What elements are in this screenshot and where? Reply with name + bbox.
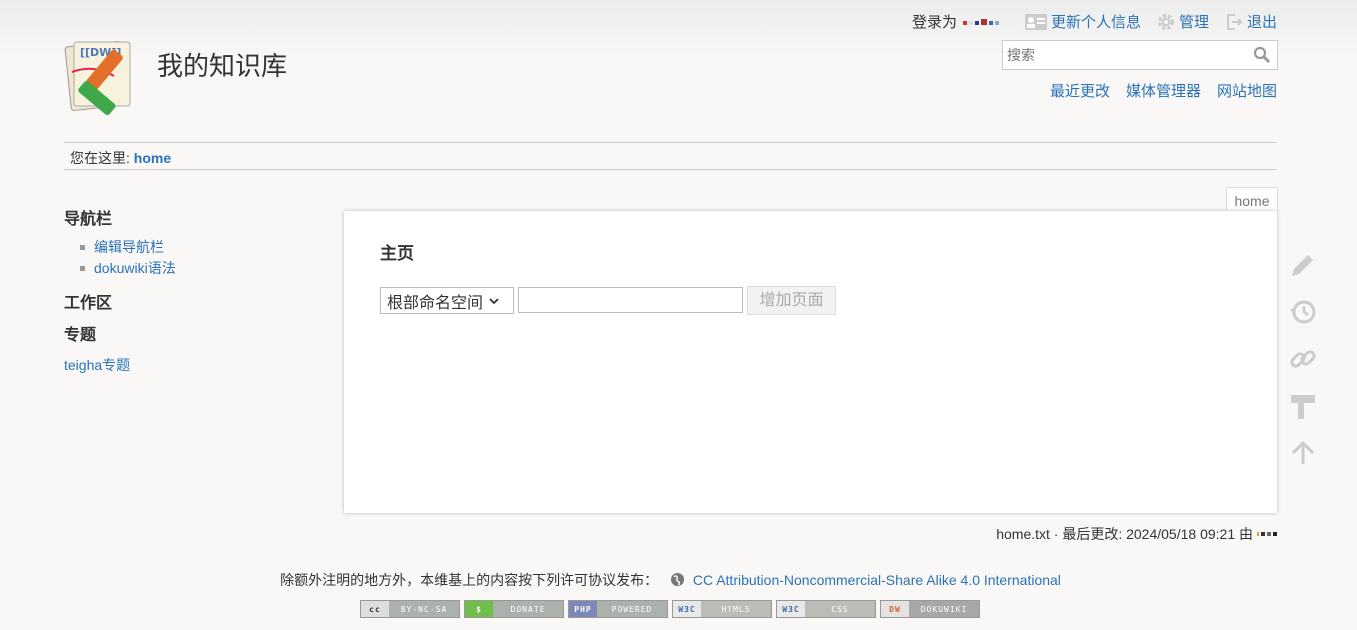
site-tools: 最近更改 媒体管理器 网站地图 [1050,80,1277,101]
badge-html5-icon: W3C [673,601,701,617]
sidebar-nav-list: 编辑导航栏 dokuwiki语法 [64,237,324,279]
sidebar-item-label: dokuwiki语法 [94,260,176,276]
badge-php-label: POWERED [611,604,653,614]
page-tool-edit[interactable] [1288,250,1318,297]
user-bar: 登录为 更新个人信息 管理 退出 [912,11,1277,32]
chevron-down-icon [489,297,499,304]
logged-in-label: 登录为 [911,14,957,31]
sitemap-link[interactable]: 网站地图 [1217,80,1277,101]
badge-css-label: CSS [831,604,849,614]
media-manager-link[interactable]: 媒体管理器 [1126,80,1201,101]
user-menu-admin-label: 管理 [1178,14,1209,31]
sidebar: 导航栏 编辑导航栏 dokuwiki语法 工作区 专题 teigha专题 [64,205,324,375]
user-menu-profile-label: 更新个人信息 [1050,14,1141,31]
globe-icon [670,572,685,587]
username-obscured [962,18,999,25]
sidebar-nav-title: 导航栏 [64,211,113,228]
page-id-tab: home [1226,187,1278,213]
badge-html5[interactable]: W3C HTML5 [672,600,772,618]
editor-obscured [1257,532,1277,536]
namespace-select-value: 根部命名空间 [387,294,484,312]
breadcrumb: 您在这里: home [70,148,171,168]
teigha-topic-link[interactable]: teigha专题 [64,357,130,373]
sidebar-item-edit-nav[interactable]: 编辑导航栏 [80,237,324,258]
pencil-icon [1292,255,1313,276]
badge-html5-label: HTML5 [721,604,751,614]
user-menu-admin[interactable]: 管理 [1157,11,1209,32]
arrow-up-icon [1291,440,1315,464]
logout-icon [1226,13,1243,30]
license-text: 除额外注明的地方外，本维基上的内容按下列许可协议发布： [280,572,659,588]
page-tool-top[interactable] [1288,438,1318,485]
license-info: 除额外注明的地方外，本维基上的内容按下列许可协议发布： CC Attributi… [0,570,1341,590]
badge-css[interactable]: W3C CSS [776,600,876,618]
doc-info-text: home.txt · 最后更改: 2024/05/18 09:21 由 [996,526,1253,542]
add-page-button[interactable]: 增加页面 [747,286,836,315]
namespace-select[interactable]: 根部命名空间 [380,287,514,314]
page-content: 主页 根部命名空间 增加页面 [344,211,1277,513]
divider [64,142,1277,143]
dokuwiki-logo-icon[interactable]: [[DW]] [64,36,146,118]
search-button[interactable] [1253,46,1271,67]
sidebar-item-syntax[interactable]: dokuwiki语法 [80,258,324,279]
user-menu-logout[interactable]: 退出 [1225,11,1277,32]
badge-dokuwiki-icon: DW [881,601,909,617]
paint-roller-icon [1291,395,1315,419]
link-icon [1290,350,1316,368]
search-input[interactable] [1003,41,1243,69]
license-link[interactable]: CC Attribution-Noncommercial-Share Alike… [693,572,1061,588]
doc-info: home.txt · 最后更改: 2024/05/18 09:21 由 [996,524,1277,544]
badge-php[interactable]: PHP POWERED [568,600,668,618]
divider [64,169,1277,170]
page-tools [1288,250,1318,485]
user-menu-logout-label: 退出 [1246,14,1277,31]
recent-changes-link[interactable]: 最近更改 [1050,80,1110,101]
badge-dokuwiki-label: DOKUWIKI [920,604,968,614]
page-tool-revisions[interactable] [1288,297,1318,344]
sidebar-workspace-title: 工作区 [64,295,113,312]
badge-php-icon: PHP [569,601,597,617]
sidebar-item-label: 编辑导航栏 [94,239,164,255]
user-card-icon [1024,13,1047,30]
history-icon [1290,300,1316,324]
badge-donate-icon: $ [465,601,493,617]
badge-donate-label: DONATE [510,604,546,614]
badge-donate[interactable]: $ DONATE [464,600,564,618]
user-menu-profile[interactable]: 更新个人信息 [1024,11,1141,32]
badge-cc-label: BY-NC-SA [400,604,448,614]
breadcrumb-label: 您在这里: [70,150,130,166]
gear-icon [1157,13,1174,30]
page-name-input[interactable] [518,287,743,313]
page-tool-backlinks[interactable] [1288,344,1318,391]
badge-css-icon: W3C [777,601,805,617]
sidebar-topic-title: 专题 [64,327,97,344]
page-tool-format[interactable] [1288,391,1318,438]
site-title[interactable]: 我的知识库 [157,46,287,83]
badge-cc-icon: cc [361,601,389,617]
badge-cc[interactable]: cc BY-NC-SA [360,600,460,618]
badge-dokuwiki[interactable]: DW DOKUWIKI [880,600,980,618]
page-title: 主页 [380,244,414,263]
footer-badges: cc BY-NC-SA $ DONATE PHP POWERED W3C HTM… [360,600,980,618]
search-icon [1253,46,1271,64]
search-box [1002,40,1278,70]
breadcrumb-home-link[interactable]: home [134,150,171,166]
